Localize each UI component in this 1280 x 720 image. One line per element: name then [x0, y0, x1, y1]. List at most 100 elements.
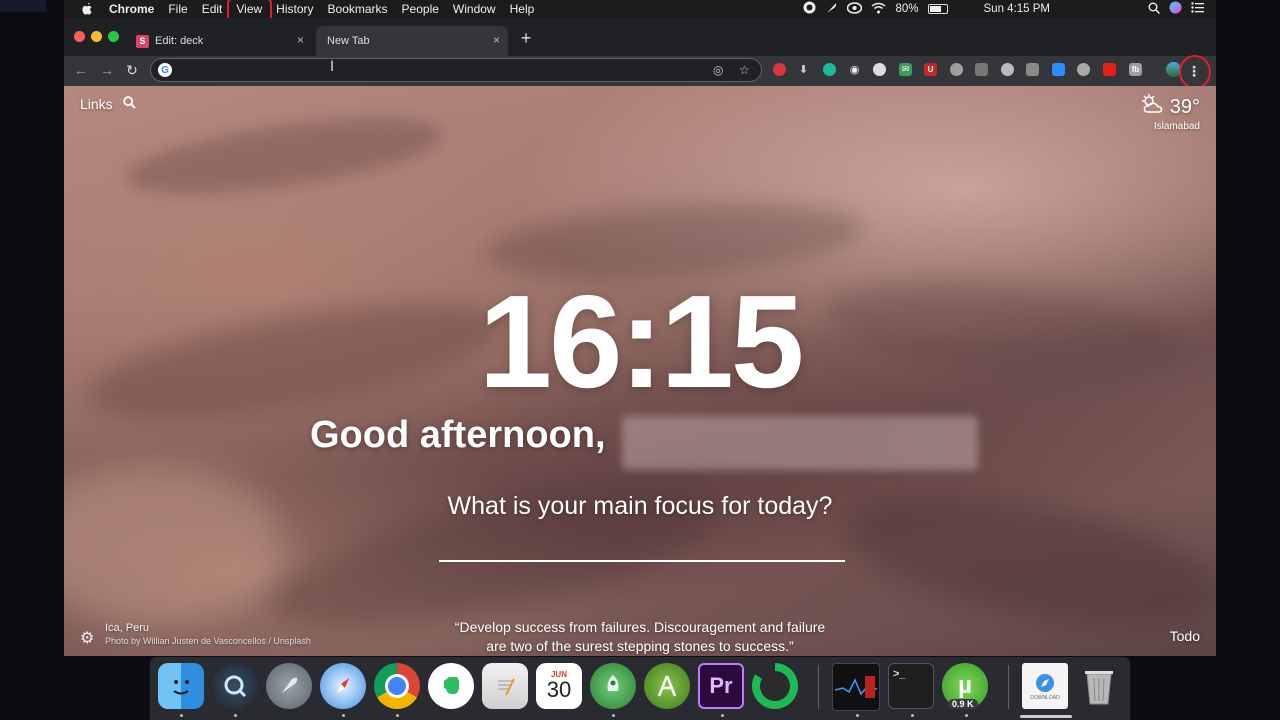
- battery-icon[interactable]: [927, 4, 948, 14]
- extension-video-icon[interactable]: [1103, 63, 1116, 76]
- weather-widget[interactable]: 39° Islamabad: [1141, 94, 1200, 132]
- running-indicator: [612, 714, 615, 717]
- menu-bar: Chrome File Edit View History Bookmarks …: [64, 0, 1216, 22]
- evernote-elephant-icon[interactable]: [428, 663, 474, 709]
- close-tab-icon[interactable]: ×: [493, 33, 500, 47]
- address-bar[interactable]: G ◎ ☆: [150, 58, 762, 82]
- browser-toolbar: ← → ↻ G ◎ ☆ I ⬇ ◉ ✉ U fb ⋮: [64, 55, 1216, 89]
- premiere-pro-icon[interactable]: Pr: [698, 663, 744, 709]
- running-indicator: [234, 714, 237, 717]
- extension-green-circle-icon[interactable]: [823, 63, 836, 76]
- search-icon[interactable]: [122, 96, 136, 112]
- close-tab-icon[interactable]: ×: [297, 33, 304, 47]
- creative-cloud-icon[interactable]: [847, 1, 863, 17]
- extension-u-icon[interactable]: U: [924, 63, 937, 76]
- text-cursor-icon: I: [330, 59, 335, 75]
- running-indicator: [342, 714, 345, 717]
- menubar-clock[interactable]: Sun 4:15 PM: [984, 3, 1050, 15]
- menu-help[interactable]: Help: [503, 1, 542, 17]
- extension-compass-icon[interactable]: [950, 63, 963, 76]
- dock-separator: [1008, 665, 1009, 709]
- feather-icon[interactable]: [825, 1, 838, 17]
- record-icon[interactable]: [803, 1, 816, 17]
- tab-title: New Tab: [327, 35, 370, 47]
- terminal-icon[interactable]: >_: [888, 663, 934, 709]
- safari-compass-icon[interactable]: [320, 663, 366, 709]
- minimize-window-button[interactable]: [91, 31, 102, 42]
- downloads-folder-icon[interactable]: DOWNLOAD: [1022, 663, 1068, 709]
- reload-button[interactable]: ↻: [123, 61, 141, 79]
- focus-input[interactable]: [439, 528, 845, 562]
- daily-quote[interactable]: “Develop success from failures. Discoura…: [64, 618, 1216, 656]
- status-area: 80% Sun 4:15 PM: [803, 0, 1204, 18]
- menu-view[interactable]: View: [227, 0, 272, 22]
- dune-highlight: [64, 466, 284, 626]
- siri-icon[interactable]: [1169, 1, 1182, 17]
- android-studio-icon[interactable]: [644, 663, 690, 709]
- main-clock[interactable]: 16:15: [64, 276, 1216, 408]
- zoom-window-button[interactable]: [108, 31, 119, 42]
- chrome-window: S Edit: deck × New Tab × + ← → ↻ G ◎ ☆ I…: [64, 18, 1216, 656]
- finder-icon[interactable]: [158, 663, 204, 709]
- greeting-text: Good afternoon,: [310, 414, 606, 456]
- running-indicator: [396, 714, 399, 717]
- chrome-app-icon[interactable]: [374, 663, 420, 709]
- weather-location: Islamabad: [1153, 121, 1200, 132]
- trash-icon[interactable]: [1076, 663, 1122, 709]
- close-window-button[interactable]: [74, 31, 85, 42]
- forward-button[interactable]: →: [98, 61, 116, 79]
- activity-monitor-window-thumbnail[interactable]: [832, 663, 880, 711]
- rocket-typist-icon[interactable]: [590, 663, 636, 709]
- bookmark-star-icon[interactable]: ☆: [739, 63, 750, 77]
- extension-zoom-icon[interactable]: [1052, 63, 1065, 76]
- location-icon[interactable]: ◎: [713, 63, 723, 77]
- todo-button[interactable]: Todo: [1170, 628, 1200, 644]
- tab-new-tab[interactable]: New Tab ×: [316, 26, 508, 56]
- menu-bookmarks[interactable]: Bookmarks: [321, 1, 395, 17]
- extension-grey-circle-icon[interactable]: [873, 63, 886, 76]
- menu-people[interactable]: People: [395, 1, 446, 17]
- extension-download-icon[interactable]: ⬇: [797, 63, 810, 76]
- links-widget[interactable]: Links: [80, 96, 136, 112]
- weather-temperature: 39°: [1169, 95, 1200, 118]
- extension-red-icon[interactable]: [773, 63, 786, 76]
- chrome-menu-icon[interactable]: ⋮: [1179, 55, 1211, 89]
- blurred-user-name: [622, 416, 978, 470]
- launchpad-rocket-icon[interactable]: [266, 663, 312, 709]
- menu-edit[interactable]: Edit: [195, 1, 230, 17]
- extension-fb-icon[interactable]: fb: [1129, 63, 1142, 76]
- desktop-corner: [0, 0, 46, 12]
- dock: JUN 30 Pr >_ µ 0.9 K DOWNLOAD: [150, 657, 1130, 720]
- textedit-app-icon[interactable]: [482, 663, 528, 709]
- running-indicator: [856, 714, 859, 717]
- spotlight-search-icon[interactable]: [1148, 2, 1161, 17]
- dock-separator: [818, 665, 819, 709]
- extension-eye-icon[interactable]: ◉: [848, 63, 861, 76]
- notification-center-icon[interactable]: [1191, 2, 1204, 16]
- menu-app-name[interactable]: Chrome: [102, 1, 161, 17]
- back-button[interactable]: ←: [72, 61, 90, 79]
- extension-record-icon[interactable]: [1001, 63, 1014, 76]
- links-label[interactable]: Links: [80, 96, 113, 112]
- menu-file[interactable]: File: [161, 1, 194, 17]
- downloads-label: DOWNLOAD: [1030, 695, 1060, 701]
- apple-icon[interactable]: [80, 2, 94, 16]
- spotify-ring-icon[interactable]: [752, 663, 798, 709]
- calendar-icon[interactable]: JUN 30: [536, 663, 582, 709]
- extension-mail-icon[interactable]: ✉: [899, 63, 912, 76]
- wifi-icon[interactable]: [871, 2, 886, 17]
- new-tab-button[interactable]: +: [516, 28, 536, 48]
- menu-window[interactable]: Window: [446, 1, 503, 17]
- tab-title: Edit: deck: [155, 35, 204, 47]
- google-icon: G: [158, 63, 172, 77]
- menu-history[interactable]: History: [269, 1, 320, 17]
- address-input[interactable]: [177, 61, 701, 79]
- extension-camera-icon[interactable]: [975, 63, 988, 76]
- download-progress-bar: [1020, 715, 1072, 718]
- quicktime-icon[interactable]: [212, 663, 258, 709]
- quote-line: are two of the surest stepping stones to…: [486, 638, 794, 654]
- tab-strip: S Edit: deck × New Tab × +: [64, 18, 1216, 56]
- extension-square-icon[interactable]: [1026, 63, 1039, 76]
- tab-edit-deck[interactable]: S Edit: deck ×: [128, 26, 312, 56]
- extension-globe-icon[interactable]: [1077, 63, 1090, 76]
